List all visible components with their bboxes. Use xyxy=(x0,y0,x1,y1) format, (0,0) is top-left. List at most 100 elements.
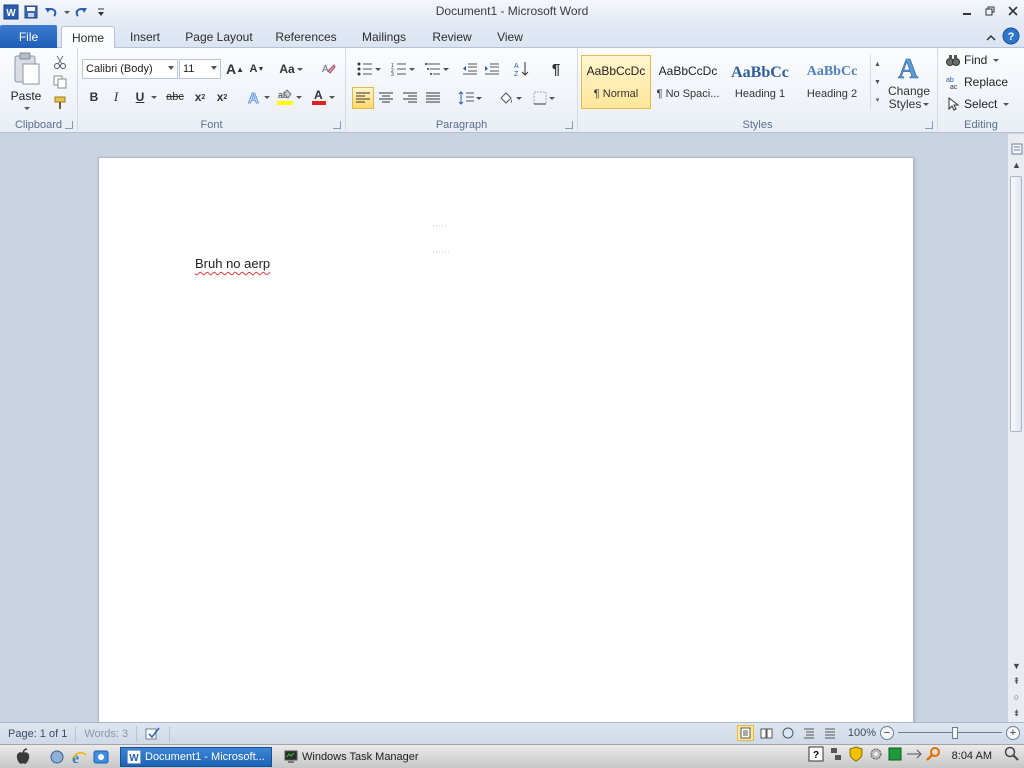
tab-review[interactable]: Review xyxy=(426,26,478,48)
word-count[interactable]: Words: 3 xyxy=(76,725,138,742)
change-styles-button[interactable]: A Change Styles xyxy=(886,52,932,111)
increase-indent-icon[interactable] xyxy=(482,59,502,79)
help-icon[interactable]: ? xyxy=(1002,27,1020,48)
tab-page-layout[interactable]: Page Layout xyxy=(180,26,258,48)
zoom-in-icon[interactable]: + xyxy=(1006,726,1020,740)
explorer-icon[interactable] xyxy=(90,746,112,768)
style-heading-1[interactable]: AaBbCc Heading 1 xyxy=(725,55,795,109)
numbering-button[interactable]: 123 xyxy=(388,59,418,79)
font-color-button[interactable]: A xyxy=(308,87,338,107)
italic-button[interactable]: I xyxy=(106,87,126,107)
select-browse-object-icon[interactable]: ○ xyxy=(1009,690,1024,704)
clipboard-launcher-icon[interactable] xyxy=(65,121,73,129)
search-icon[interactable] xyxy=(1004,746,1020,765)
gallery-more-icon[interactable]: ▾ xyxy=(871,91,884,109)
ruler-toggle-icon[interactable] xyxy=(1009,142,1024,156)
undo-icon[interactable] xyxy=(42,3,60,21)
paragraph-launcher-icon[interactable] xyxy=(565,121,573,129)
find-button[interactable]: Find xyxy=(946,53,1000,67)
clear-formatting-icon[interactable]: A xyxy=(318,59,338,79)
web-layout-view-icon[interactable] xyxy=(779,725,796,741)
align-center-button[interactable] xyxy=(376,88,396,108)
text-effects-button[interactable]: A xyxy=(244,87,272,107)
next-page-icon[interactable]: ⇟ xyxy=(1009,706,1024,720)
tab-mailings[interactable]: Mailings xyxy=(354,26,414,48)
previous-page-icon[interactable]: ⇞ xyxy=(1009,674,1024,688)
borders-button[interactable] xyxy=(530,88,558,108)
internet-explorer-icon[interactable]: e xyxy=(68,746,90,768)
style-no-spacing[interactable]: AaBbCcDc ¶ No Spaci... xyxy=(653,55,723,109)
sort-icon[interactable]: AZ xyxy=(512,59,532,79)
multilevel-list-button[interactable] xyxy=(422,59,452,79)
save-icon[interactable] xyxy=(22,3,40,21)
change-case-button[interactable]: Aa xyxy=(278,59,304,79)
restore-icon[interactable] xyxy=(978,0,1001,22)
subscript-button[interactable]: x2 xyxy=(190,87,210,107)
underline-button[interactable]: U xyxy=(130,87,150,107)
tab-view[interactable]: View xyxy=(490,26,530,48)
document-page[interactable]: Bruh no aerp xyxy=(98,157,914,722)
font-name-select[interactable]: Calibri (Body) xyxy=(82,59,178,79)
line-spacing-button[interactable] xyxy=(456,88,484,108)
clock[interactable]: 8:04 AM xyxy=(952,750,992,762)
tab-home[interactable]: Home xyxy=(61,26,115,49)
customize-qat-icon[interactable] xyxy=(92,3,110,21)
style-heading-2[interactable]: AaBbCc Heading 2 xyxy=(797,55,867,109)
zoom-level[interactable]: 100% xyxy=(842,727,876,739)
grow-font-button[interactable]: A ▲ xyxy=(225,59,245,79)
draft-view-icon[interactable] xyxy=(821,725,838,741)
proofing-icon[interactable] xyxy=(137,725,171,742)
underline-dropdown-icon[interactable] xyxy=(148,87,158,107)
full-screen-reading-view-icon[interactable] xyxy=(758,725,775,741)
tab-file[interactable]: File xyxy=(0,25,57,48)
show-desktop-icon[interactable] xyxy=(46,746,68,768)
word-app-icon[interactable]: W xyxy=(2,3,20,21)
redo-icon[interactable] xyxy=(72,3,90,21)
bullets-button[interactable] xyxy=(354,59,384,79)
strikethrough-button[interactable]: abc xyxy=(164,87,186,107)
font-launcher-icon[interactable] xyxy=(333,121,341,129)
outline-view-icon[interactable] xyxy=(800,725,817,741)
copy-icon[interactable] xyxy=(50,72,70,92)
document-text[interactable]: Bruh no aerp xyxy=(195,256,270,271)
zoom-out-icon[interactable]: − xyxy=(880,726,894,740)
vertical-scrollbar[interactable]: ▲ ▼ ⇞ ○ ⇟ xyxy=(1007,134,1024,722)
connection-icon[interactable] xyxy=(906,746,922,765)
align-left-button[interactable] xyxy=(352,87,374,109)
security-shield-icon[interactable] xyxy=(848,746,864,765)
network-icon[interactable] xyxy=(828,746,844,765)
zoom-slider-knob[interactable] xyxy=(952,727,958,739)
minimize-ribbon-icon[interactable] xyxy=(986,31,996,45)
font-size-select[interactable]: 11 xyxy=(179,59,221,79)
start-button-apple-icon[interactable] xyxy=(0,746,46,768)
cut-icon[interactable] xyxy=(50,52,70,72)
tab-insert[interactable]: Insert xyxy=(122,26,168,48)
highlight-button[interactable]: ab xyxy=(274,87,304,107)
minimize-icon[interactable] xyxy=(955,0,978,22)
settings-gear-icon[interactable] xyxy=(868,746,884,765)
help-tray-icon[interactable]: ? xyxy=(808,746,824,765)
zoom-slider[interactable] xyxy=(898,725,1002,741)
taskbar-word-button[interactable]: W Document1 - Microsoft... xyxy=(120,746,272,767)
superscript-button[interactable]: x2 xyxy=(212,87,232,107)
styles-launcher-icon[interactable] xyxy=(925,121,933,129)
select-button[interactable]: Select xyxy=(946,97,1010,111)
align-right-button[interactable] xyxy=(400,88,420,108)
page-count[interactable]: Page: 1 of 1 xyxy=(0,725,77,742)
undo-dropdown-icon[interactable] xyxy=(62,3,70,21)
decrease-indent-icon[interactable] xyxy=(460,59,480,79)
scroll-up-icon[interactable]: ▲ xyxy=(1009,158,1024,172)
scroll-down-icon[interactable]: ▼ xyxy=(1009,659,1024,673)
show-formatting-button[interactable]: ¶ xyxy=(546,59,566,79)
print-layout-view-icon[interactable] xyxy=(737,725,754,741)
shading-button[interactable] xyxy=(496,88,524,108)
scroll-thumb[interactable] xyxy=(1010,176,1022,432)
replace-button[interactable]: ab ac Replace xyxy=(946,75,1008,89)
shrink-font-button[interactable]: A ▼ xyxy=(247,59,267,79)
close-icon[interactable] xyxy=(1001,0,1024,22)
green-status-icon[interactable] xyxy=(888,747,902,764)
format-painter-icon[interactable] xyxy=(50,93,70,113)
gallery-up-icon[interactable]: ▲ xyxy=(871,55,884,73)
justify-button[interactable] xyxy=(423,88,443,108)
paste-button[interactable]: Paste xyxy=(6,52,46,114)
